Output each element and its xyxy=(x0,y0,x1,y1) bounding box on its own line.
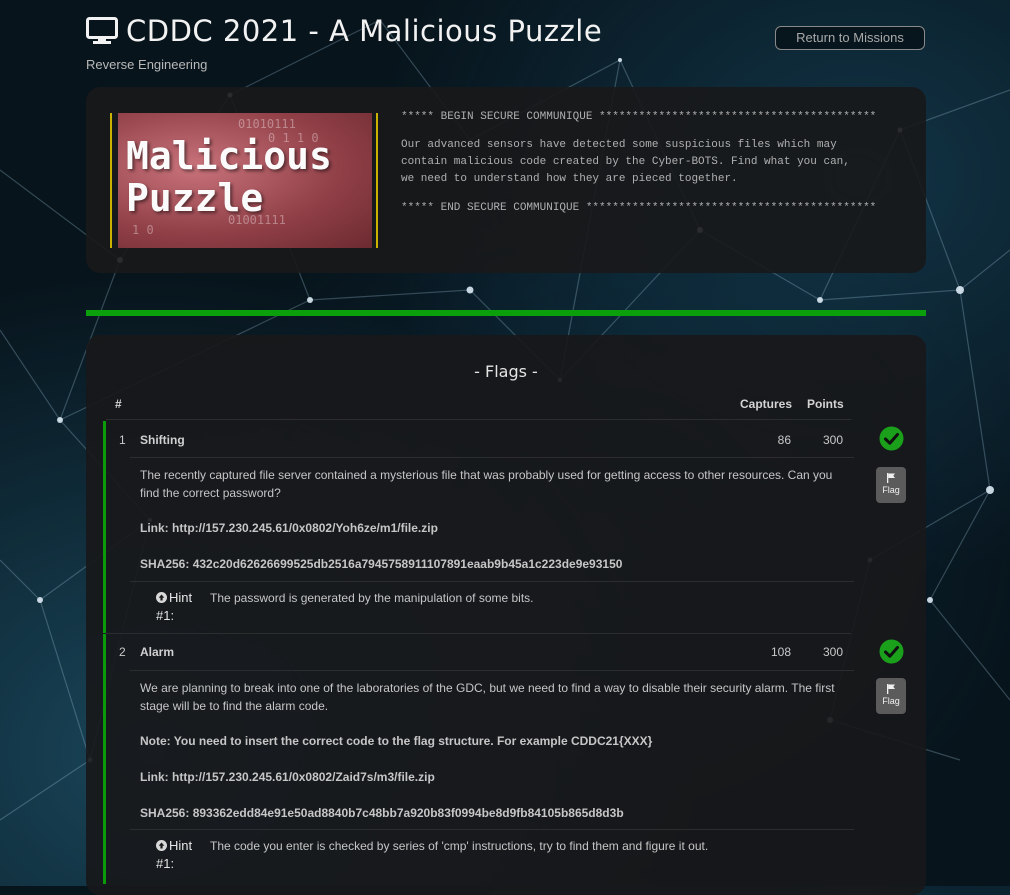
mission-category: Reverse Engineering xyxy=(86,57,208,72)
flags-panel: - Flags - # Captures Points 1 Shifting 8… xyxy=(86,335,926,895)
flag-icon xyxy=(887,684,895,694)
flag-points: 300 xyxy=(822,433,843,447)
flag-captures: 86 xyxy=(777,433,791,447)
hint-text: The password is generated by the manipul… xyxy=(210,591,534,605)
briefing-panel: 01010111 0 1 1 0 01001111 1 0 Malicious … xyxy=(86,87,926,273)
column-header-captures: Captures xyxy=(740,397,793,411)
arrow-circle-up-icon xyxy=(156,840,167,851)
flag-note: Note: You need to insert the correct cod… xyxy=(140,734,653,748)
mission-banner: 01010111 0 1 1 0 01001111 1 0 Malicious … xyxy=(110,113,378,248)
page-header: CDDC 2021 - A Malicious Puzzle xyxy=(86,14,602,48)
check-circle-icon xyxy=(879,426,904,451)
flag-sha256: SHA256: 893362edd84e91e50ad8840b7c48bb7a… xyxy=(140,806,624,820)
flag-captures: 108 xyxy=(770,645,791,659)
flag-number: 2 xyxy=(119,645,126,659)
hint-toggle[interactable]: Hint #1: xyxy=(156,837,201,873)
secure-communique: ***** BEGIN SECURE COMMUNIQUE **********… xyxy=(401,109,916,217)
communique-line: Our advanced sensors have detected some … xyxy=(401,139,837,151)
return-to-missions-button[interactable]: Return to Missions xyxy=(775,26,925,50)
submit-flag-button[interactable]: Flag xyxy=(876,467,906,503)
flag-description: The recently captured file server contai… xyxy=(140,468,833,500)
flag-number: 1 xyxy=(119,433,126,447)
flag-name: Shifting xyxy=(140,433,185,447)
hint-text: The code you enter is checked by series … xyxy=(210,839,709,853)
flags-heading: - Flags - xyxy=(474,362,538,381)
flag-sha256: SHA256: 432c20d62626699525db2516a7945758… xyxy=(140,557,623,571)
column-header-points: Points xyxy=(807,397,844,411)
flag-button-label: Flag xyxy=(882,485,900,495)
column-header-num: # xyxy=(115,397,122,411)
flag-row: 2 Alarm 108 300 We are planning to break… xyxy=(103,634,906,884)
flag-link: Link: http://157.230.245.61/0x0802/Yoh6z… xyxy=(140,521,438,535)
communique-line: we need to understand how they are piece… xyxy=(401,173,738,185)
section-divider xyxy=(86,310,926,316)
page-title: CDDC 2021 - A Malicious Puzzle xyxy=(126,14,603,48)
hint-toggle[interactable]: Hint #1: xyxy=(156,589,201,625)
flag-points: 300 xyxy=(822,645,843,659)
flag-row: 1 Shifting 86 300 The recently captured … xyxy=(103,421,906,633)
flag-description: We are planning to break into one of the… xyxy=(140,681,835,713)
flag-button-label: Flag xyxy=(882,696,900,706)
flag-name: Alarm xyxy=(140,645,175,659)
submit-flag-button[interactable]: Flag xyxy=(876,678,906,714)
monitor-icon xyxy=(86,17,118,44)
check-circle-icon xyxy=(879,639,904,664)
arrow-circle-up-icon xyxy=(156,592,167,603)
communique-begin: ***** BEGIN SECURE COMMUNIQUE **********… xyxy=(401,111,877,123)
communique-end: ***** END SECURE COMMUNIQUE ************… xyxy=(401,202,877,214)
communique-line: contain malicious code created by the Cy… xyxy=(401,156,850,168)
banner-title: Malicious Puzzle xyxy=(126,134,332,220)
flag-link: Link: http://157.230.245.61/0x0802/Zaid7… xyxy=(140,770,435,784)
banner-image: 01010111 0 1 1 0 01001111 1 0 Malicious … xyxy=(118,113,372,248)
flag-icon xyxy=(887,473,895,483)
